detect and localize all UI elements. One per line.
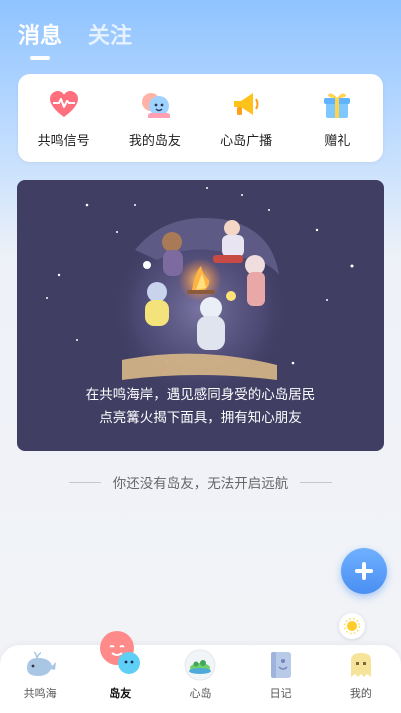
- notice-text: 你还没有岛友，无法开启远航: [112, 476, 289, 492]
- nav-diary[interactable]: 日记: [246, 648, 316, 701]
- profile-ghost-icon: [344, 648, 378, 682]
- divider-left: [68, 481, 101, 483]
- whale-icon: [23, 648, 57, 682]
- quick-action-label: 我的岛友: [128, 133, 181, 149]
- divider-right: [300, 481, 333, 483]
- nav-label: 共鸣海: [23, 687, 57, 700]
- nav-label: 心岛: [189, 687, 212, 700]
- banner-line-1: 在共鸣海岸，遇见感同身受的心岛居民: [85, 387, 316, 403]
- quick-action-resonance-signal[interactable]: 共鸣信号: [24, 88, 104, 149]
- nav-profile[interactable]: 我的: [326, 648, 396, 701]
- quick-action-gift[interactable]: 赠礼: [297, 88, 377, 149]
- nav-label: 我的: [349, 687, 372, 700]
- weather-button[interactable]: [339, 613, 365, 639]
- banner-line-2: 点亮篝火揭下面具，拥有知心朋友: [99, 410, 302, 426]
- nav-heart-island[interactable]: 心岛: [165, 648, 235, 701]
- gift-icon: [320, 88, 354, 122]
- nav-resonance-sea[interactable]: 共鸣海: [5, 648, 75, 701]
- island-icon: [183, 648, 217, 682]
- nav-island-friends[interactable]: 岛友: [85, 631, 155, 701]
- sun-icon: [343, 617, 361, 635]
- quick-action-label: 共鸣信号: [37, 133, 90, 149]
- diary-icon: [264, 648, 298, 682]
- island-friend-icon: [97, 630, 143, 676]
- header-tabs: 消息 关注: [18, 18, 132, 50]
- quick-action-my-friends[interactable]: 我的岛友: [115, 88, 195, 149]
- add-button[interactable]: [341, 548, 387, 594]
- campfire-banner[interactable]: 在共鸣海岸，遇见感同身受的心岛居民 点亮篝火揭下面具，拥有知心朋友: [17, 180, 384, 451]
- megaphone-icon: [229, 88, 263, 122]
- no-friends-notice: 你还没有岛友，无法开启远航: [0, 472, 401, 492]
- nav-label: 日记: [269, 687, 292, 700]
- heart-pulse-icon: [47, 88, 81, 122]
- plus-icon: [355, 562, 373, 580]
- bottom-navigation: 共鸣海 岛友 心岛 日记 我的: [0, 631, 401, 713]
- friends-icon: [138, 88, 172, 122]
- nav-label: 岛友: [109, 687, 132, 700]
- quick-action-label: 赠礼: [324, 133, 351, 149]
- tab-messages[interactable]: 消息: [18, 18, 62, 50]
- quick-actions-card: 共鸣信号 我的岛友 心岛广播 赠礼: [18, 74, 383, 162]
- tab-follow[interactable]: 关注: [88, 18, 132, 50]
- quick-action-label: 心岛广播: [220, 133, 273, 149]
- quick-action-island-broadcast[interactable]: 心岛广播: [206, 88, 286, 149]
